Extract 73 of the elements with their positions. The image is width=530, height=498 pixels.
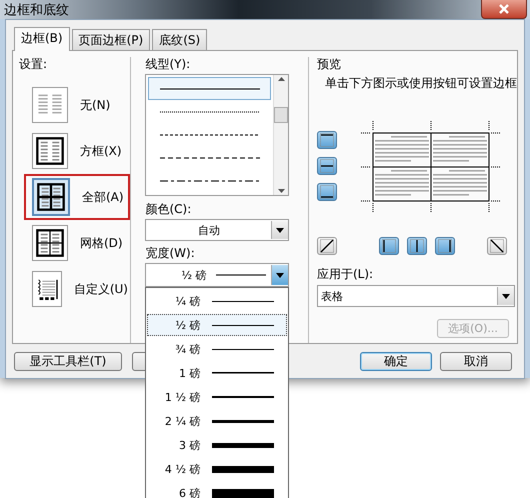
line-style-label: 线型(Y): bbox=[145, 57, 192, 72]
line-sample bbox=[212, 466, 274, 472]
dialog-button[interactable]: 取消 bbox=[440, 352, 512, 370]
width-option[interactable]: ½ 磅 bbox=[147, 314, 288, 336]
line-style-option[interactable] bbox=[148, 77, 272, 100]
line-sample bbox=[212, 300, 274, 302]
caret-icon bbox=[276, 228, 284, 232]
border-icon bbox=[318, 158, 336, 174]
border-toggle-button[interactable] bbox=[317, 183, 337, 201]
width-label: 宽度(W): bbox=[145, 246, 196, 261]
width-option[interactable]: 4 ½ 磅 bbox=[147, 458, 288, 480]
preview-title: 预览 bbox=[317, 57, 342, 72]
scrollbar-thumb[interactable] bbox=[274, 107, 288, 123]
scrollbar[interactable] bbox=[273, 75, 288, 195]
color-label: 颜色(C): bbox=[145, 202, 192, 217]
line-style-list[interactable] bbox=[145, 74, 290, 196]
line-sample bbox=[212, 324, 274, 326]
border-toggle-button[interactable] bbox=[317, 131, 337, 149]
border-toggle-button[interactable] bbox=[487, 237, 507, 255]
line-sample bbox=[212, 442, 274, 448]
border-icon bbox=[318, 238, 336, 254]
border-icon bbox=[488, 238, 506, 254]
caret-icon bbox=[502, 294, 510, 298]
table-border-icon bbox=[32, 225, 68, 261]
table-border-icon bbox=[32, 133, 68, 169]
scroll-up-icon[interactable] bbox=[278, 77, 285, 81]
border-icon bbox=[318, 132, 336, 148]
line-sample bbox=[212, 420, 274, 422]
tab[interactable]: 边框(B) bbox=[14, 27, 70, 51]
close-button[interactable] bbox=[481, 0, 527, 19]
border-icon bbox=[380, 238, 398, 254]
width-option[interactable]: 6 磅 bbox=[147, 482, 288, 498]
setting-option[interactable]: 自定义(U) bbox=[24, 266, 130, 312]
setting-option[interactable]: 无(N) bbox=[24, 82, 130, 128]
border-toggle-button[interactable] bbox=[379, 237, 399, 255]
border-toggle-button[interactable] bbox=[407, 237, 427, 255]
table-border-icon bbox=[32, 178, 70, 216]
dialog-button[interactable]: 显示工具栏(T) bbox=[14, 352, 122, 370]
setting-option[interactable]: 全部(A) bbox=[24, 174, 130, 220]
table-border-icon bbox=[32, 271, 62, 307]
width-option[interactable]: ¼ 磅 bbox=[147, 290, 288, 312]
width-option[interactable]: 1 磅 bbox=[147, 362, 288, 384]
table-border-icon bbox=[32, 87, 68, 123]
preview-hint: 单击下方图示或使用按钮可设置边框 bbox=[324, 76, 517, 91]
line-sample bbox=[212, 396, 274, 398]
width-option[interactable]: ¾ 磅 bbox=[147, 338, 288, 360]
width-option[interactable]: 1 ½ 磅 bbox=[147, 386, 288, 408]
apply-to-dropdown[interactable]: 表格 bbox=[317, 285, 515, 307]
scroll-down-icon[interactable] bbox=[278, 189, 285, 193]
width-dropdown[interactable]: ½ 磅 bbox=[145, 263, 290, 287]
window-title: 边框和底纹 bbox=[3, 2, 69, 18]
settings-label: 设置: bbox=[19, 57, 48, 72]
width-option[interactable]: 3 磅 bbox=[147, 434, 288, 456]
setting-option[interactable]: 方框(X) bbox=[24, 128, 130, 174]
border-toggle-button[interactable] bbox=[317, 157, 337, 175]
apply-to-label: 应用于(L): bbox=[317, 267, 374, 282]
setting-option[interactable]: 网格(D) bbox=[24, 220, 130, 266]
border-toggle-button[interactable] bbox=[435, 237, 455, 255]
line-sample bbox=[212, 372, 274, 374]
dialog-button[interactable]: 确定 bbox=[360, 352, 432, 370]
border-icon bbox=[436, 238, 454, 254]
tab[interactable]: 页面边框(P) bbox=[72, 29, 150, 50]
border-icon bbox=[318, 184, 336, 200]
preview-drawing[interactable] bbox=[361, 121, 501, 213]
line-sample bbox=[212, 488, 274, 498]
border-toggle-button[interactable] bbox=[317, 237, 337, 255]
color-dropdown[interactable]: 自动 bbox=[145, 219, 290, 241]
tab[interactable]: 底纹(S) bbox=[152, 29, 208, 50]
width-option[interactable]: 2 ¼ 磅 bbox=[147, 410, 288, 432]
border-icon bbox=[408, 238, 426, 254]
close-icon bbox=[498, 4, 510, 14]
caret-icon bbox=[276, 272, 284, 278]
line-sample bbox=[212, 348, 274, 350]
